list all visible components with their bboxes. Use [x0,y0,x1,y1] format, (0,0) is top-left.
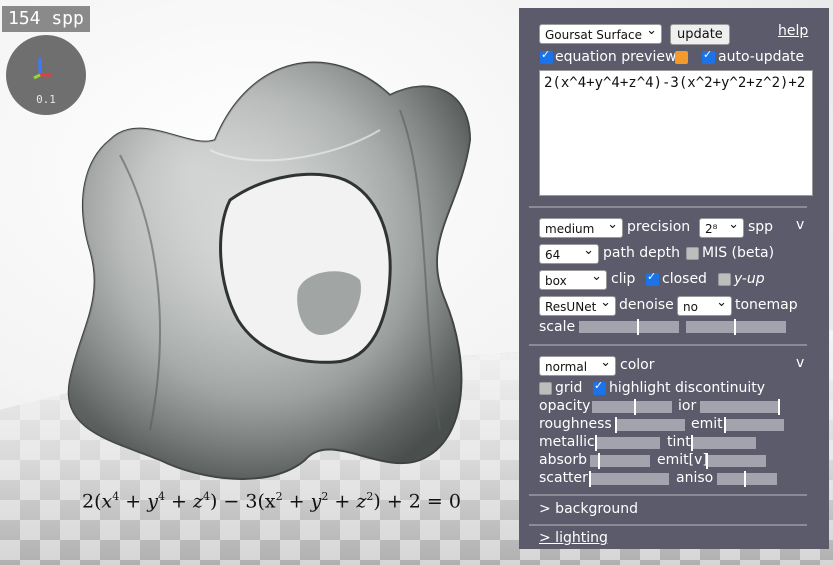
section-divider [529,494,807,496]
equation-preview-label: equation preview [555,49,677,65]
metallic-label: metallic [539,434,595,450]
equation-preview-color[interactable] [675,51,688,64]
background-section-toggle[interactable]: > background [539,501,638,518]
emit-label: emit [691,416,723,432]
tint-slider[interactable] [691,435,756,451]
section-divider [529,344,807,346]
scale-label: scale [539,319,576,335]
axes-scale-label: 0.1 [36,93,56,106]
scale-slider[interactable] [579,319,679,335]
y-up-checkbox[interactable] [718,273,731,286]
closed-checkbox[interactable] [646,270,659,286]
spp-label: spp [748,219,774,235]
axes-gizmo[interactable]: 0.1 [6,35,86,115]
emit-v-slider[interactable] [706,453,766,469]
section-divider [529,524,807,526]
equation-display: 2(x4 + y4 + z4) − 3(x2 + y2 + z2) + 2 = … [82,490,461,513]
path-depth-label: path depth [603,245,681,261]
denoise-label: denoise [619,297,674,313]
denoise-select[interactable]: ResUNet [539,293,616,316]
color-select[interactable]: normal [539,353,616,376]
mis-checkbox[interactable] [686,247,699,260]
ior-label: ior [678,398,697,414]
absorb-label: absorb [539,452,587,468]
scatter-slider[interactable] [589,471,669,487]
highlight-discontinuity-checkbox[interactable] [593,379,606,395]
highlight-discontinuity-label: highlight discontinuity [609,380,765,396]
spp-select[interactable]: 2⁸ [699,215,744,238]
tint-label: tint [667,434,691,450]
ior-slider[interactable] [700,399,780,415]
auto-update-label: auto-update [718,49,805,65]
closed-label: closed [662,271,707,287]
opacity-slider[interactable] [592,399,672,415]
precision-select[interactable]: medium [539,215,623,238]
opacity-label: opacity [539,398,591,414]
clip-label: clip [611,271,636,287]
render-collapse-toggle[interactable]: v [796,217,804,234]
emit-slider[interactable] [724,417,784,433]
path-depth-select[interactable]: 64 [539,241,599,264]
roughness-slider[interactable] [615,417,685,433]
spp-counter: 154 spp [2,6,90,32]
y-up-label: y-up [734,271,765,287]
scale-slider-2[interactable] [686,319,786,335]
metallic-slider[interactable] [595,435,660,451]
precision-label: precision [627,219,691,235]
preset-select[interactable]: Goursat Surface [539,21,662,44]
roughness-label: roughness [539,416,612,432]
grid-label: grid [555,380,583,396]
equation-preview-checkbox[interactable] [540,48,553,64]
clip-select[interactable]: box [539,267,607,290]
material-collapse-toggle[interactable]: v [796,355,804,372]
color-label: color [620,357,655,373]
help-link[interactable]: help [778,23,808,40]
grid-checkbox[interactable] [539,382,552,395]
auto-update-checkbox[interactable] [702,48,715,64]
scatter-label: scatter [539,470,588,486]
aniso-slider[interactable] [717,471,777,487]
tonemap-label: tonemap [735,297,798,313]
mis-label: MIS (beta) [702,245,775,261]
lighting-section-toggle[interactable]: > lighting [539,530,608,547]
equation-input[interactable]: 2(x^4+y^4+z^4)-3(x^2+y^2+z^2)+2 [539,70,813,196]
emit-v-label: emit[v] [657,452,708,468]
absorb-slider[interactable] [590,453,650,469]
aniso-label: aniso [676,470,714,486]
update-button[interactable]: update [670,24,730,45]
section-divider [529,206,807,208]
tonemap-select[interactable]: no [677,293,732,316]
control-panel: Goursat Surface update help equation pre… [519,8,829,549]
